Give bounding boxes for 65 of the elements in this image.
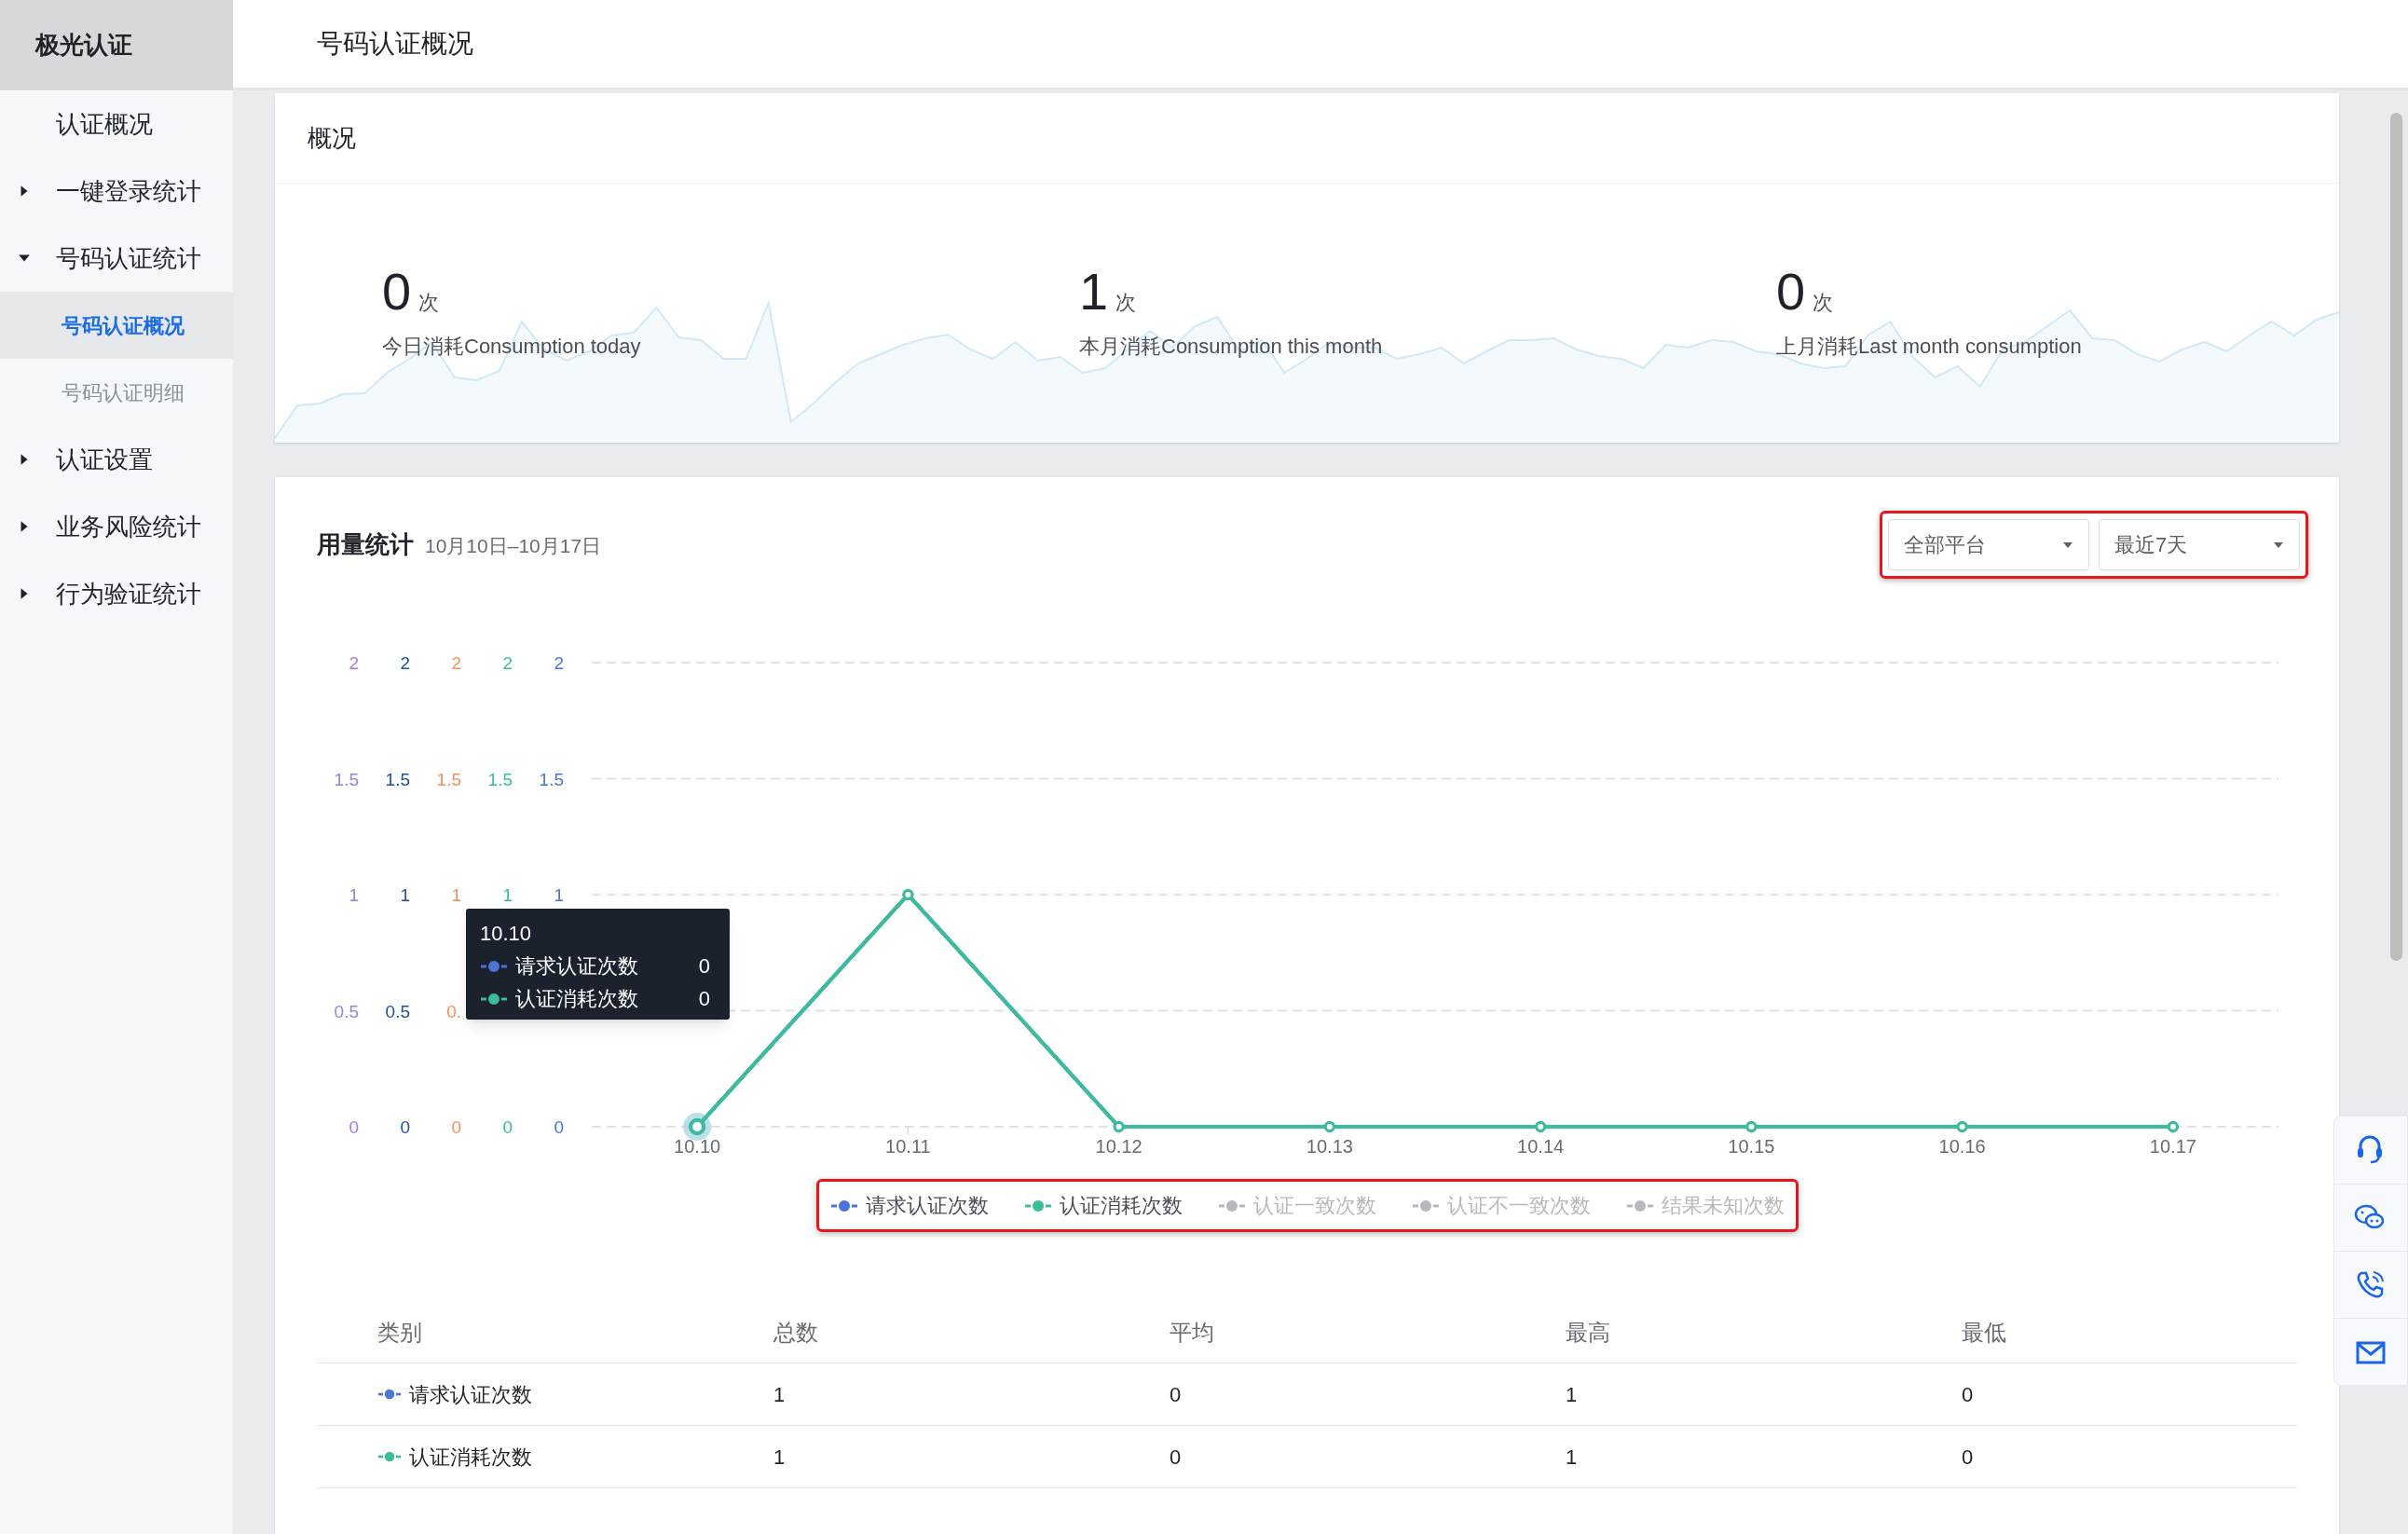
table-cell-text: 1	[773, 1444, 786, 1471]
x-axis-label: 10.11	[885, 1136, 931, 1157]
y-axis-label: 1.5	[487, 769, 513, 789]
tooltip-value: 0	[698, 953, 711, 979]
x-axis-label: 10.17	[2149, 1136, 2196, 1157]
y-axis-label: 1	[349, 885, 359, 905]
y-axis-label: 0.	[446, 1001, 461, 1021]
tooltip-value: 0	[698, 986, 711, 1012]
y-axis-label: 1.5	[385, 769, 410, 789]
y-axis-label: 1.5	[436, 769, 461, 789]
stat-unit: 次	[418, 290, 440, 316]
y-axis-label: 2	[400, 653, 410, 673]
column-header: 最低	[1962, 1319, 2006, 1345]
column-header: 最高	[1566, 1319, 1610, 1345]
y-axis-label: 2	[554, 653, 564, 673]
y-axis-label: 0	[502, 1117, 513, 1137]
table-cell-text: 1	[1566, 1381, 1578, 1408]
y-axis-label: 0	[349, 1117, 359, 1137]
y-axis-label: 2	[502, 653, 513, 673]
y-axis-label: 0.5	[334, 1001, 359, 1021]
tooltip-series: 请求认证次数	[515, 953, 639, 979]
y-axis-label: 0.5	[385, 1001, 410, 1021]
table-cell-text: 请求认证次数	[409, 1381, 532, 1408]
stat-label: 今日消耗Consumption today	[382, 334, 642, 360]
y-axis-label: 2	[451, 653, 461, 673]
table-cell-text: 0	[1170, 1444, 1182, 1471]
y-axis-label: 0	[554, 1117, 564, 1137]
stat-unit: 次	[1813, 290, 1834, 316]
page-title: 号码认证概况	[317, 28, 473, 60]
y-axis-label: 0	[400, 1117, 410, 1137]
column-header: 总数	[773, 1319, 818, 1345]
tooltip-series: 认证消耗次数	[515, 986, 639, 1012]
table-cell-text: 0	[1170, 1381, 1182, 1408]
stat-value: 0	[382, 266, 412, 318]
y-axis-label: 1	[554, 885, 564, 905]
table-cell-text: 0	[1962, 1381, 1974, 1408]
date-range: 10月10日–10月17日	[425, 534, 602, 558]
table-cell-text: 0	[1962, 1444, 1974, 1471]
y-axis-label: 2	[349, 653, 359, 673]
x-axis-label: 10.15	[1728, 1136, 1775, 1157]
column-header: 平均	[1170, 1319, 1214, 1345]
card-title: 用量统计	[317, 529, 414, 560]
y-axis-label: 1	[502, 885, 513, 905]
table-cell-text: 1	[1566, 1444, 1578, 1471]
stat-value: 1	[1079, 266, 1109, 318]
stat-value: 0	[1776, 266, 1806, 318]
x-axis-label: 10.12	[1095, 1136, 1142, 1157]
x-axis-label: 10.16	[1938, 1136, 1986, 1157]
brand-title: 极光认证	[35, 30, 132, 61]
x-axis-label: 10.13	[1306, 1136, 1353, 1157]
y-axis-label: 1.5	[539, 769, 564, 789]
table-cell-text: 认证消耗次数	[409, 1444, 532, 1471]
table-cell-text: 1	[773, 1381, 786, 1408]
y-axis-label: 1	[400, 885, 410, 905]
y-axis-label: 0	[451, 1117, 461, 1137]
tooltip-title: 10.10	[480, 921, 533, 947]
stat-label: 上月消耗Last month consumption	[1776, 334, 2083, 360]
stat-label: 本月消耗Consumption this month	[1079, 334, 1384, 360]
column-header: 类别	[377, 1319, 422, 1345]
x-axis-label: 10.14	[1517, 1136, 1565, 1157]
x-axis-label: 10.10	[674, 1136, 721, 1157]
y-axis-label: 1.5	[334, 769, 359, 789]
card-title: 概况	[308, 122, 356, 154]
y-axis-label: 1	[451, 885, 461, 905]
stat-unit: 次	[1115, 290, 1137, 316]
